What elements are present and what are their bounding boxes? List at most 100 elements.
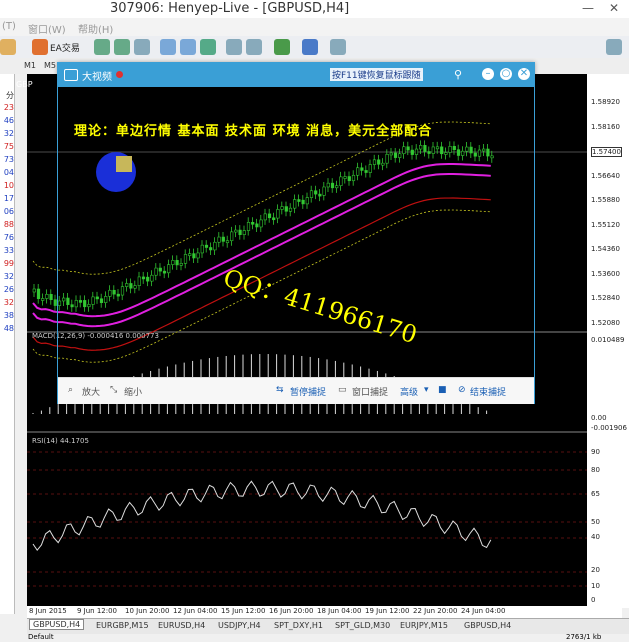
video-window-icon [64, 69, 78, 81]
chart-tab[interactable]: SPT_GLD,M30 [332, 621, 393, 630]
time-tick-label: 15 Jun 12:00 [221, 607, 266, 615]
chart-tab[interactable]: EURJPY,M15 [397, 621, 451, 630]
rsi-tick-label: 0 [591, 596, 596, 604]
minimize-button[interactable]: — [578, 0, 598, 16]
status-bar: Default 2763/1 kb [0, 633, 629, 642]
market-watch-value: 32 [3, 129, 14, 138]
periods-icon[interactable] [302, 39, 318, 55]
zoom-in-button[interactable]: 放大 [82, 385, 100, 398]
menu-help[interactable]: 帮助(H) [78, 21, 113, 36]
autoscroll-icon[interactable] [226, 39, 242, 55]
window-capture-icon[interactable]: ▭ [338, 385, 347, 395]
toolbar-folder-icon[interactable] [0, 39, 16, 55]
popup-minimize-button[interactable]: – [482, 68, 494, 80]
market-watch-value: 33 [3, 246, 14, 255]
zoom-out-icon[interactable]: ⤡ [110, 385, 117, 395]
timeframe-m1[interactable]: M1 [24, 61, 36, 70]
chart-tab[interactable]: USDJPY,H4 [215, 621, 264, 630]
timeframe-m5[interactable]: M5 [44, 61, 56, 70]
pin-icon[interactable]: ⚲ [454, 68, 462, 81]
end-capture-button[interactable]: 结束捕捉 [470, 385, 506, 398]
capture-title: 大视频 [82, 72, 112, 83]
rsi-tick-label: 80 [591, 466, 600, 474]
chart-tab[interactable]: EURGBP,M15 [93, 621, 152, 630]
time-tick-label: 12 Jun 04:00 [173, 607, 218, 615]
chart-tab[interactable]: GBPUSD,H4 [29, 619, 85, 630]
macd-tick-label: -0.001906 [591, 424, 627, 432]
rsi-tick-label: 40 [591, 533, 600, 541]
market-watch-value: 分 [6, 91, 14, 100]
market-watch-value: 88 [3, 220, 14, 229]
price-tick-label: 1.55120 [591, 220, 620, 229]
time-tick-label: 16 Jun 20:00 [269, 607, 314, 615]
capture-footer: ⌕ 放大 ⤡ 缩小 ⇆ 暂停捕捉 ▭ 窗口捕捉 高级 ▾ ■ ⊘ 结束捕捉 [58, 377, 534, 404]
market-watch-value: 06 [3, 207, 14, 216]
settings-icon[interactable] [606, 39, 622, 55]
pause-capture-button[interactable]: 暂停捕捉 [290, 385, 326, 398]
popup-close-button[interactable]: ✕ [518, 68, 530, 80]
macd-axis: 0.010489 0.00 -0.001906 [587, 334, 629, 432]
window-title: 307906: Henyep-Live - [GBPUSD,H4] [110, 1, 350, 16]
candle-body [36, 288, 41, 299]
close-button[interactable]: ✕ [604, 0, 624, 16]
ea-trading-label[interactable]: EA交易 [50, 41, 80, 54]
rsi-tick-label: 50 [591, 518, 600, 526]
market-watch-value: 46 [3, 116, 14, 125]
templates-icon[interactable] [330, 39, 346, 55]
time-tick-label: 9 Jun 12:00 [77, 607, 118, 615]
price-tick-label: 1.56640 [591, 171, 620, 180]
add-indicator-icon[interactable] [274, 39, 290, 55]
advanced-dropdown[interactable]: 高级 [400, 385, 418, 398]
menu-tools[interactable]: (T) [2, 21, 16, 32]
price-tick-label: 1.58160 [591, 122, 620, 131]
price-tick-label: 1.58920 [591, 98, 620, 106]
zoom-in-icon[interactable] [160, 39, 176, 55]
rsi-tick-label: 65 [591, 490, 600, 498]
price-tick-label: 1.52080 [591, 318, 620, 327]
symbol-label: GBP [16, 80, 33, 89]
candle-chart-icon[interactable] [114, 39, 130, 55]
market-watch-value: 32 [3, 272, 14, 281]
chart-shift-icon[interactable] [246, 39, 262, 55]
market-watch-value: 23 [3, 103, 14, 112]
zoom-in-icon[interactable]: ⌕ [68, 385, 73, 395]
pause-icon[interactable]: ⇆ [276, 385, 284, 395]
time-axis: 8 Jun 2015 9 Jun 12:00 10 Jun 20:00 12 Jun … [27, 606, 622, 618]
macd-tick-label: 0.010489 [591, 336, 625, 344]
capture-window: 大视频 按F11键恢复鼠标跟随 ⚲ – ○ ✕ ⌕ 放大 ⤡ 缩小 ⇆ 暂停捕捉… [57, 62, 535, 404]
rsi-label: RSI(14) 44.1705 [32, 437, 89, 445]
title-bar: 307906: Henyep-Live - [GBPUSD,H4] — ✕ [0, 0, 629, 18]
chart-tab[interactable]: GBPUSD,H4 [461, 621, 514, 630]
market-watch-value: 32 [3, 298, 14, 307]
rsi-line [32, 480, 492, 551]
market-watch-value: 75 [3, 142, 14, 151]
stop-icon[interactable]: ⊘ [458, 385, 466, 395]
price-axis: 1.58920 1.58160 1.57400 1.56640 1.55880 1.551… [587, 74, 629, 334]
line-chart-icon[interactable] [134, 39, 150, 55]
price-tick-label: 1.53600 [591, 269, 620, 278]
tile-windows-icon[interactable] [200, 39, 216, 55]
window-capture-button[interactable]: 窗口捕捉 [352, 385, 388, 398]
zoom-out-icon[interactable] [180, 39, 196, 55]
camera-icon[interactable]: ■ [438, 385, 447, 395]
chart-tab[interactable]: EURUSD,H4 [155, 621, 208, 630]
zoom-out-button[interactable]: 缩小 [124, 385, 142, 398]
chart-tabs: GBPUSD,H4 EURGBP,M15 EURUSD,H4 USDJPY,H4 SPT… [27, 618, 629, 635]
expert-advisor-icon[interactable] [32, 39, 48, 55]
market-watch-value: 04 [3, 168, 14, 177]
time-tick-label: 8 Jun 2015 [29, 607, 67, 615]
rsi-tick-label: 20 [591, 566, 600, 574]
price-tick-label: 1.54360 [591, 245, 620, 253]
time-tick-label: 18 Jun 04:00 [317, 607, 362, 615]
popup-maximize-button[interactable]: ○ [500, 68, 512, 80]
chevron-down-icon[interactable]: ▾ [424, 385, 429, 395]
chart-tab[interactable]: SPT_DXY,H1 [271, 621, 326, 630]
menu-bar: (T) 窗口(W) 帮助(H) [0, 18, 629, 36]
menu-window[interactable]: 窗口(W) [28, 21, 66, 36]
price-tick-label: 1.57400 [591, 147, 622, 157]
capture-header[interactable]: 大视频 按F11键恢复鼠标跟随 ⚲ – ○ ✕ [58, 63, 534, 87]
candle-body [45, 294, 49, 299]
bar-chart-icon[interactable] [94, 39, 110, 55]
macd-tick-label: 0.00 [591, 414, 607, 422]
market-watch-value: 10 [3, 181, 14, 190]
